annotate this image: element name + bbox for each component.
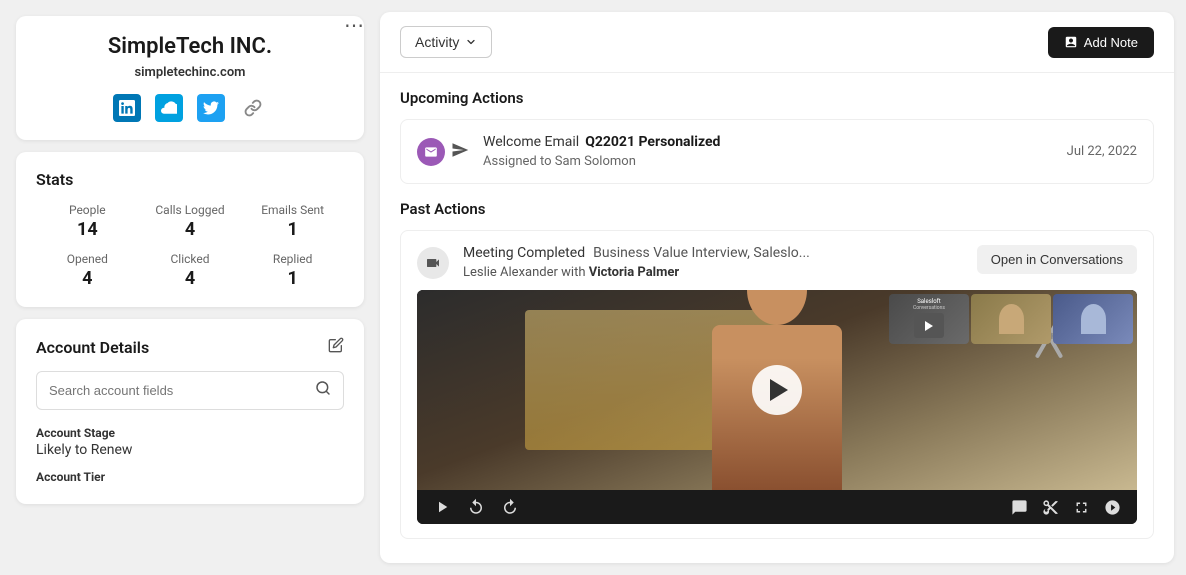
left-panel: ⋯ SimpleTech INC. simpletechinc.com <box>0 0 380 575</box>
right-header: Activity Add Note <box>380 12 1174 73</box>
participant-prefix: Leslie Alexander with <box>463 265 585 280</box>
stat-clicked: Clicked 4 <box>139 252 242 289</box>
stat-calls-label: Calls Logged <box>139 203 242 217</box>
stat-clicked-label: Clicked <box>139 252 242 266</box>
company-name: SimpleTech INC. <box>36 34 344 59</box>
video-fullscreen-button[interactable] <box>1073 499 1090 516</box>
stat-people-label: People <box>36 203 139 217</box>
more-button[interactable]: ⋯ <box>344 16 364 36</box>
past-action-title-row: Meeting Completed Business Value Intervi… <box>463 245 963 261</box>
stat-emails-label: Emails Sent <box>241 203 344 217</box>
send-icon <box>451 141 469 163</box>
stat-replied: Replied 1 <box>241 252 344 289</box>
video-rewind-button[interactable] <box>467 498 485 516</box>
video-controls <box>417 490 1137 524</box>
upcoming-action-item: Welcome Email Q22021 Personalized Assign… <box>400 119 1154 184</box>
bold-participant: Victoria Palmer <box>589 265 679 280</box>
video-controls-right <box>1011 499 1121 516</box>
edit-icon[interactable] <box>328 337 344 357</box>
action-assigned: Assigned to Sam Solomon <box>483 154 1053 169</box>
search-input[interactable] <box>49 383 315 398</box>
note-icon <box>1064 35 1078 49</box>
action-title-row: Welcome Email Q22021 Personalized <box>483 134 1053 150</box>
stat-opened: Opened 4 <box>36 252 139 289</box>
social-icons <box>36 94 344 122</box>
stats-card: Stats People 14 Calls Logged 4 Emails Se… <box>16 152 364 307</box>
play-button[interactable] <box>752 365 802 415</box>
chevron-down-icon <box>465 36 477 48</box>
action-details: Welcome Email Q22021 Personalized Assign… <box>483 134 1053 169</box>
action-date: Jul 22, 2022 <box>1067 144 1137 159</box>
past-action-details: Meeting Completed Business Value Intervi… <box>463 245 963 280</box>
thumbnail-3 <box>1053 294 1133 344</box>
account-details-header: Account Details <box>36 337 344 357</box>
company-card: ⋯ SimpleTech INC. simpletechinc.com <box>16 16 364 140</box>
company-website[interactable]: simpletechinc.com <box>36 65 344 80</box>
thumbnail-2 <box>971 294 1051 344</box>
account-search-box[interactable] <box>36 371 344 410</box>
stat-emails-value: 1 <box>241 219 344 240</box>
email-icon <box>417 138 445 166</box>
add-note-button[interactable]: Add Note <box>1048 27 1154 58</box>
stat-emails: Emails Sent 1 <box>241 203 344 240</box>
account-tier-label: Account Tier <box>36 470 344 484</box>
past-action-type: Meeting Completed <box>463 245 585 261</box>
link-icon[interactable] <box>239 94 267 122</box>
account-stage-label: Account Stage <box>36 426 344 440</box>
video-controls-left <box>433 498 519 516</box>
video-play-button[interactable] <box>433 498 451 516</box>
stat-opened-value: 4 <box>36 268 139 289</box>
play-triangle-icon <box>770 379 788 401</box>
stat-people: People 14 <box>36 203 139 240</box>
stat-clicked-value: 4 <box>139 268 242 289</box>
video-forward-button[interactable] <box>501 498 519 516</box>
right-panel: Activity Add Note Upcoming Actions <box>380 12 1174 563</box>
past-action-item: Meeting Completed Business Value Intervi… <box>400 230 1154 539</box>
activity-button[interactable]: Activity <box>400 26 492 58</box>
activity-label: Activity <box>415 34 459 50</box>
stat-calls-value: 4 <box>139 219 242 240</box>
video-player: Salesloft Conversations <box>417 290 1137 524</box>
twitter-icon[interactable] <box>197 94 225 122</box>
stat-people-value: 14 <box>36 219 139 240</box>
past-action-name: Business Value Interview, Saleslo... <box>593 245 810 261</box>
past-action-participants: Leslie Alexander with Victoria Palmer <box>463 265 963 280</box>
right-content: Upcoming Actions Welcome Email <box>380 73 1174 563</box>
stat-opened-label: Opened <box>36 252 139 266</box>
thumbnail-1: Salesloft Conversations <box>889 294 969 344</box>
linkedin-icon[interactable] <box>113 94 141 122</box>
account-stage-value: Likely to Renew <box>36 442 344 458</box>
open-conversations-button[interactable]: Open in Conversations <box>977 245 1137 274</box>
past-section-title: Past Actions <box>400 200 1154 218</box>
video-thumbnails: Salesloft Conversations <box>885 290 1137 348</box>
past-action-header: Meeting Completed Business Value Intervi… <box>417 245 1137 280</box>
add-note-label: Add Note <box>1084 35 1138 50</box>
action-email-type: Welcome Email <box>483 134 579 150</box>
upcoming-section-title: Upcoming Actions <box>400 89 1154 107</box>
action-campaign: Q22021 Personalized <box>585 134 720 150</box>
search-button[interactable] <box>315 380 331 401</box>
account-details-title: Account Details <box>36 338 149 357</box>
stat-replied-label: Replied <box>241 252 344 266</box>
video-chat-button[interactable] <box>1011 499 1028 516</box>
video-camera-icon <box>417 247 449 279</box>
account-details-card: Account Details Account Stage Likely to … <box>16 319 364 504</box>
video-settings-button[interactable] <box>1104 499 1121 516</box>
stats-title: Stats <box>36 170 344 189</box>
salesforce-icon[interactable] <box>155 94 183 122</box>
video-preview: Salesloft Conversations <box>417 290 1137 490</box>
action-icons <box>417 138 469 166</box>
stat-calls: Calls Logged 4 <box>139 203 242 240</box>
stats-grid: People 14 Calls Logged 4 Emails Sent 1 O… <box>36 203 344 289</box>
stat-replied-value: 1 <box>241 268 344 289</box>
video-cut-button[interactable] <box>1042 499 1059 516</box>
